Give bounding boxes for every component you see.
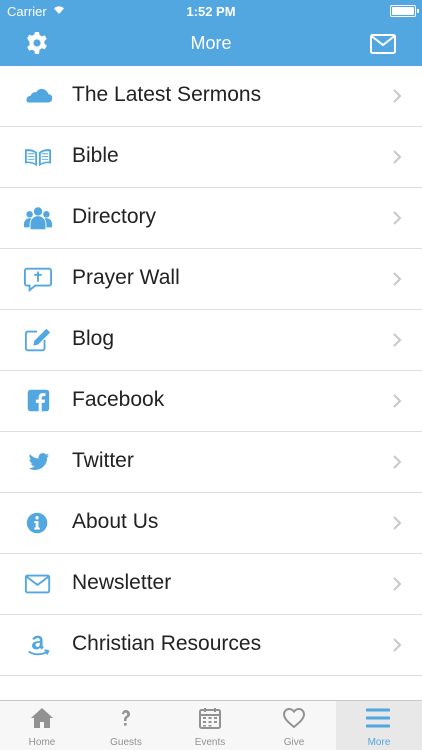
menu-item-label: Prayer Wall: [72, 266, 180, 289]
tab-home[interactable]: Home: [0, 701, 84, 750]
chevron-right-icon: [393, 638, 402, 652]
tab-label: More: [367, 737, 391, 748]
menu-item-label: Blog: [72, 327, 115, 350]
cloud-icon: [26, 88, 52, 103]
menu-item-label: Newsletter: [72, 571, 172, 594]
home-icon: [31, 708, 53, 728]
chevron-right-icon: [393, 150, 402, 164]
menu-item-newsletter[interactable]: Newsletter: [0, 554, 422, 615]
menu-item-facebook[interactable]: Facebook: [0, 371, 422, 432]
tab-guests[interactable]: Guests: [84, 701, 168, 750]
twitter-icon: [28, 453, 50, 470]
mail-icon[interactable]: [370, 34, 396, 54]
edit-icon: [24, 328, 51, 352]
menu-item-label: Christian Resources: [72, 632, 262, 655]
menu-item-latest-sermons[interactable]: The Latest Sermons: [0, 66, 422, 127]
people-icon: [24, 207, 52, 230]
menu-item-directory[interactable]: Directory: [0, 188, 422, 249]
menu-icon: [366, 708, 390, 728]
chevron-right-icon: [393, 516, 402, 530]
battery-icon: [390, 5, 419, 17]
calendar-icon: [199, 708, 221, 729]
prayer-chat-icon: [24, 267, 52, 292]
chevron-right-icon: [393, 333, 402, 347]
menu-item-label: About Us: [72, 510, 159, 533]
menu-item-bible[interactable]: Bible: [0, 127, 422, 188]
book-icon: [24, 149, 52, 167]
tab-give[interactable]: Give: [252, 701, 336, 750]
nav-header: Carrier 1:52 PM More: [0, 0, 422, 66]
tab-label: Guests: [110, 737, 142, 748]
tab-more[interactable]: More: [336, 701, 422, 750]
menu-item-label: Twitter: [72, 449, 134, 472]
menu-item-about-us[interactable]: About Us: [0, 493, 422, 554]
info-icon: [26, 512, 48, 534]
status-bar: Carrier 1:52 PM: [0, 0, 422, 22]
menu-item-blog[interactable]: Blog: [0, 310, 422, 371]
question-icon: [122, 710, 130, 726]
chevron-right-icon: [393, 455, 402, 469]
menu-item-prayer-wall[interactable]: Prayer Wall: [0, 249, 422, 310]
heart-icon: [282, 707, 306, 729]
status-time: 1:52 PM: [186, 4, 236, 19]
chevron-right-icon: [393, 89, 402, 103]
menu-item-label: Facebook: [72, 388, 165, 411]
menu-item-label: The Latest Sermons: [72, 83, 262, 106]
menu-item-christian-resources[interactable]: Christian Resources: [0, 615, 422, 676]
tab-events[interactable]: Events: [168, 701, 252, 750]
tab-label: Give: [283, 737, 305, 748]
menu-item-label: Directory: [72, 205, 157, 228]
tab-label: Home: [28, 737, 56, 748]
chevron-right-icon: [393, 394, 402, 408]
tab-bar: Home Guests Events Give More: [0, 700, 422, 750]
page-title: More: [190, 33, 232, 53]
envelope-icon: [24, 574, 51, 594]
chevron-right-icon: [393, 577, 402, 591]
more-menu-list: The Latest Sermons Bible Directory Praye…: [0, 66, 422, 676]
amazon-icon: [28, 635, 50, 656]
facebook-icon: [27, 389, 50, 412]
chevron-right-icon: [393, 211, 402, 225]
menu-item-label: Bible: [72, 144, 119, 167]
chevron-right-icon: [393, 272, 402, 286]
tab-label: Events: [194, 737, 226, 748]
menu-item-twitter[interactable]: Twitter: [0, 432, 422, 493]
